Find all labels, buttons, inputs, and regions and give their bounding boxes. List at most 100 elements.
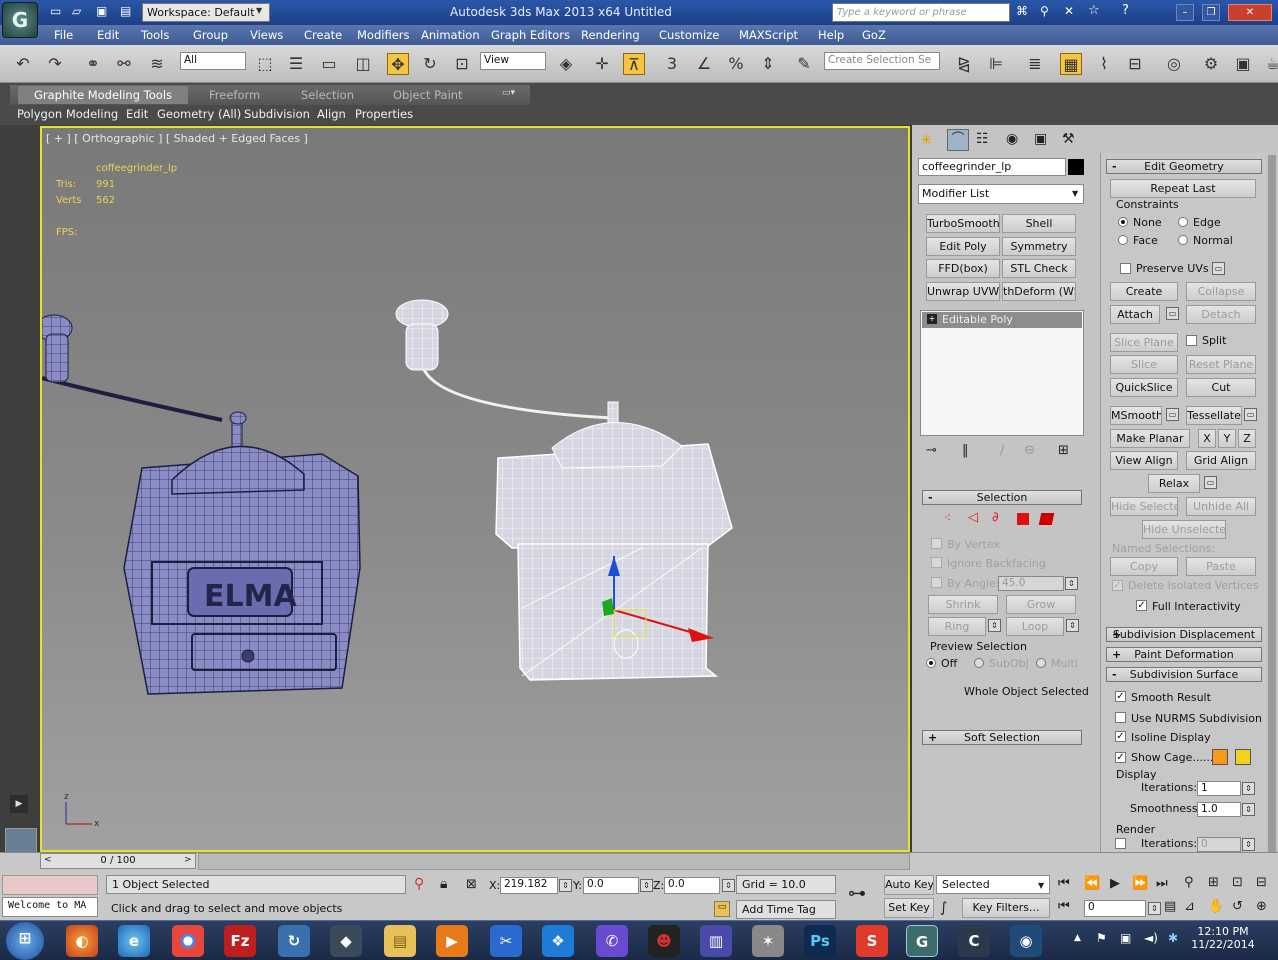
ribbon-align[interactable]: Align xyxy=(317,107,346,121)
next-frame-icon[interactable]: ⏩ xyxy=(1132,876,1148,891)
maximize-viewport-icon[interactable]: ⊕ xyxy=(1256,899,1267,914)
cage-color-swatch-2[interactable] xyxy=(1235,749,1251,765)
open-file-icon[interactable]: ▱ xyxy=(72,4,81,18)
make-planar-button[interactable]: Make Planar xyxy=(1110,429,1190,448)
angle-snap-icon[interactable]: ∠ xyxy=(693,53,715,75)
chevron-down-icon[interactable]: ▼ xyxy=(1038,881,1044,890)
coord-x-field[interactable]: 219.182 xyxy=(500,877,558,894)
modifier-shell-button[interactable]: Shell xyxy=(1002,214,1076,233)
copy-button[interactable]: Copy xyxy=(1110,557,1178,576)
redo-icon[interactable]: ↷ xyxy=(44,53,66,75)
stack-item-editable-poly[interactable]: Editable Poly xyxy=(922,312,1082,328)
zoom-icon[interactable]: ⚲ xyxy=(1184,875,1194,890)
schematic-view-icon[interactable]: ⊟ xyxy=(1124,53,1146,75)
zoom-extents-all-icon[interactable]: ⊟ xyxy=(1256,875,1267,890)
menu-graph-editors[interactable]: Graph Editors xyxy=(491,28,570,42)
modifier-unwrap-uvw-button[interactable]: Unwrap UVW xyxy=(926,282,1000,301)
menu-file[interactable]: File xyxy=(54,28,73,42)
display-iterations-spinner[interactable]: 1 xyxy=(1197,781,1241,796)
attach-button[interactable]: Attach xyxy=(1110,305,1160,324)
manipulate-icon[interactable]: ✛ xyxy=(591,53,613,75)
3dsmax-taskbar-icon[interactable]: G xyxy=(906,925,938,957)
sketchup-icon[interactable]: S xyxy=(856,925,888,957)
binoculars-icon[interactable]: ⌘ xyxy=(1016,4,1028,18)
curve-editor-icon[interactable]: ⌇ xyxy=(1093,53,1115,75)
ribbon-geometry-all[interactable]: Geometry (All) xyxy=(157,107,241,121)
tools-app-icon[interactable]: ✂ xyxy=(490,925,522,957)
photoshop-icon[interactable]: Ps xyxy=(804,925,836,957)
planar-y-button[interactable]: Y xyxy=(1218,429,1236,448)
taskbar-clock[interactable]: 12:10 PM 11/22/2014 xyxy=(1188,925,1258,951)
menu-tools[interactable]: Tools xyxy=(141,28,169,42)
coord-y-field[interactable]: 0.0 xyxy=(583,877,639,894)
ribbon-edit[interactable]: Edit xyxy=(126,107,148,121)
add-time-tag-field[interactable]: Add Time Tag xyxy=(736,900,836,919)
spinner-arrows-icon[interactable]: ⇕ xyxy=(1065,577,1078,590)
remove-modifier-icon[interactable]: ⊖ xyxy=(1024,443,1035,458)
chevron-down-icon[interactable]: ▼ xyxy=(1072,189,1078,198)
time-tag-icon[interactable]: ▭ xyxy=(714,901,730,917)
menu-rendering[interactable]: Rendering xyxy=(581,28,640,42)
preview-off-radio[interactable] xyxy=(926,658,936,668)
modifier-turbosmooth-button[interactable]: TurboSmooth xyxy=(926,214,1000,233)
set-key-button[interactable]: Set Key xyxy=(884,898,934,918)
element-mode-icon[interactable] xyxy=(1038,513,1055,525)
loop-button[interactable]: Loop xyxy=(1006,617,1064,636)
border-mode-icon[interactable]: ∂ xyxy=(992,510,999,525)
unhide-all-button[interactable]: Unhide All xyxy=(1186,497,1256,516)
menu-create[interactable]: Create xyxy=(304,28,342,42)
msmooth-settings-icon[interactable]: ▭ xyxy=(1166,408,1179,421)
slice-plane-button[interactable]: Slice Plane xyxy=(1110,333,1178,352)
align-icon[interactable]: ⊫ xyxy=(985,53,1007,75)
tab-object-paint[interactable]: Object Paint xyxy=(393,88,463,102)
constraint-edge-radio[interactable] xyxy=(1178,217,1188,227)
ribbon-subdivision[interactable]: Subdivision xyxy=(244,107,310,121)
undo-icon[interactable]: ↶ xyxy=(12,53,34,75)
chevron-down-icon[interactable]: ▼ xyxy=(256,6,262,15)
view-align-button[interactable]: View Align xyxy=(1110,451,1178,470)
delete-isolated-checkbox[interactable]: ✓ xyxy=(1112,580,1123,591)
track-bar[interactable] xyxy=(198,853,910,870)
mirror-app-icon[interactable]: ↻ xyxy=(278,925,310,957)
viewport-orthographic[interactable]: [ + ] [ Orthographic ] [ Shaded + Edged … xyxy=(40,126,910,852)
iterations-spinner-icon[interactable]: ⇕ xyxy=(1242,782,1255,795)
shrink-button[interactable]: Shrink xyxy=(928,595,998,614)
isoline-display-checkbox[interactable]: ✓ xyxy=(1115,731,1126,742)
loop-spinner-icon[interactable]: ⇕ xyxy=(1066,619,1079,632)
filezilla-icon[interactable]: Fz xyxy=(224,925,256,957)
panel-scrollbar[interactable] xyxy=(1268,155,1276,855)
absolute-mode-icon[interactable]: ⊠ xyxy=(466,877,477,892)
windows-start-icon[interactable]: ⊞ xyxy=(6,922,44,960)
help-icon[interactable]: ? xyxy=(1122,3,1129,18)
slice-button[interactable]: Slice xyxy=(1110,355,1178,374)
split-checkbox[interactable] xyxy=(1186,335,1197,346)
pin-stack-icon[interactable]: ⊸ xyxy=(926,443,937,458)
render-iterations-checkbox[interactable] xyxy=(1115,838,1126,849)
set-key-icon[interactable]: ⊶ xyxy=(848,883,866,904)
make-unique-icon[interactable]: ∕ xyxy=(1000,443,1004,458)
app-taskbar-icon[interactable]: ◉ xyxy=(1010,925,1042,957)
menu-goz[interactable]: GoZ xyxy=(862,28,886,42)
select-by-name-icon[interactable]: ☰ xyxy=(285,53,307,75)
render-iterations-spinner[interactable]: 0 xyxy=(1197,837,1241,852)
constraint-none-radio[interactable] xyxy=(1118,217,1128,227)
reset-plane-button[interactable]: Reset Plane xyxy=(1186,355,1256,374)
planar-x-button[interactable]: X xyxy=(1198,429,1216,448)
media-player-icon[interactable]: ▶ xyxy=(436,925,468,957)
repeat-last-button[interactable]: Repeat Last xyxy=(1110,179,1256,198)
modifier-stack[interactable] xyxy=(920,310,1084,436)
menu-animation[interactable]: Animation xyxy=(421,28,480,42)
select-object-icon[interactable]: ⬚ xyxy=(254,53,276,75)
viber-icon[interactable]: ✆ xyxy=(596,925,628,957)
tessellate-button[interactable]: Tessellate xyxy=(1186,406,1242,425)
window-crossing-icon[interactable]: ◫ xyxy=(352,53,374,75)
preserve-uvs-checkbox[interactable] xyxy=(1120,263,1131,274)
restore-button[interactable]: ❐ xyxy=(1202,4,1220,21)
create-button[interactable]: Create xyxy=(1110,282,1178,301)
internet-explorer-icon[interactable]: e xyxy=(118,925,150,957)
chrome-icon[interactable] xyxy=(172,925,204,957)
menu-views[interactable]: Views xyxy=(250,28,283,42)
firefox-icon[interactable]: ◐ xyxy=(66,925,98,957)
search-input[interactable]: Type a keyword or phrase xyxy=(832,3,1010,22)
tray-network-icon[interactable]: ▣ xyxy=(1120,931,1131,945)
